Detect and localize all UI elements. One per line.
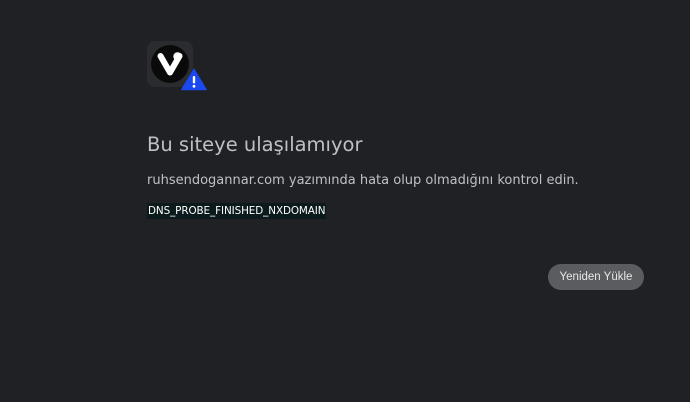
error-message: ruhsendogannar.com yazımında hata olup o… bbox=[147, 173, 579, 188]
error-icon-group bbox=[147, 41, 209, 93]
warning-triangle-icon bbox=[181, 68, 207, 91]
error-code: DNS_PROBE_FINISHED_NXDOMAIN bbox=[147, 203, 327, 219]
reload-button[interactable]: Yeniden Yükle bbox=[548, 264, 644, 290]
page-title: Bu siteye ulaşılamıyor bbox=[147, 133, 363, 156]
error-page: Bu siteye ulaşılamıyor ruhsendogannar.co… bbox=[0, 0, 690, 402]
